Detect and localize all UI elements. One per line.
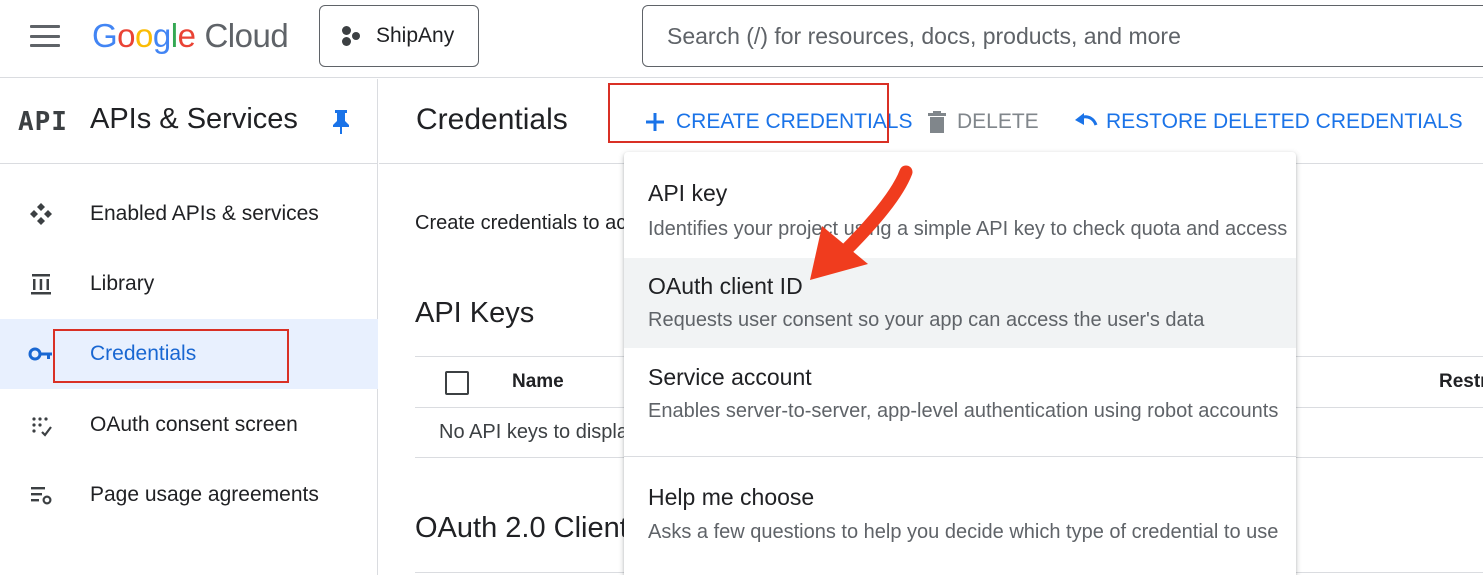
search-input[interactable]: Search (/) for resources, docs, products…	[642, 5, 1483, 67]
sidebar-item-oauth-consent[interactable]: OAuth consent screen	[0, 390, 378, 460]
logo-letter: G	[92, 17, 118, 54]
sidebar: API APIs & Services Enabled APIs & servi…	[0, 79, 378, 575]
oauth-consent-icon	[32, 417, 52, 437]
enabled-apis-icon	[30, 203, 52, 225]
menu-item-title: Service account	[648, 364, 812, 390]
oauth-clients-title: OAuth 2.0 Client I	[415, 512, 644, 544]
logo-letter: g	[152, 17, 171, 54]
create-credentials-menu: API key Identifies your project using a …	[624, 152, 1296, 575]
sidebar-item-label: Page usage agreements	[90, 483, 319, 506]
library-icon	[31, 274, 51, 295]
sidebar-item-page-usage[interactable]: Page usage agreements	[0, 460, 378, 530]
menu-item-description: Asks a few questions to help you decide …	[648, 521, 1279, 543]
restore-label: RESTORE DELETED CREDENTIALS	[1106, 110, 1463, 133]
credentials-highlight	[53, 329, 289, 383]
sidebar-item-enabled-apis[interactable]: Enabled APIs & services	[0, 179, 378, 249]
sidebar-item-label: Library	[90, 272, 155, 295]
search-placeholder: Search (/) for resources, docs, products…	[667, 22, 1181, 49]
page-title: Credentials	[416, 103, 568, 136]
key-icon	[28, 347, 52, 361]
delete-button[interactable]: DELETE	[927, 107, 1039, 137]
menu-item-description: Identifies your project using a simple A…	[648, 218, 1288, 240]
restore-deleted-credentials-button[interactable]: RESTORE DELETED CREDENTIALS	[1074, 107, 1463, 137]
project-name: ShipAny	[376, 24, 455, 47]
main-menu-icon[interactable]	[30, 25, 60, 47]
menu-item-service-account[interactable]: Service account Enables server-to-server…	[624, 348, 1296, 438]
sidebar-item-label: Enabled APIs & services	[90, 202, 319, 225]
column-header-name[interactable]: Name	[512, 371, 564, 393]
sidebar-title: APIs & Services	[90, 103, 298, 135]
empty-message: No API keys to displa	[439, 421, 628, 443]
create-credentials-highlight	[608, 83, 889, 143]
api-keys-title: API Keys	[415, 297, 535, 329]
intro-text: Create credentials to acc	[415, 212, 637, 234]
logo-letter: l	[170, 17, 178, 54]
logo-product-name: Cloud	[204, 17, 289, 54]
logo-letter: o	[117, 17, 136, 54]
menu-item-title: API key	[648, 180, 728, 206]
google-cloud-logo[interactable]: Google Cloud	[92, 14, 289, 58]
undo-icon	[1075, 113, 1098, 126]
delete-label: DELETE	[957, 110, 1039, 133]
menu-item-oauth-client-id[interactable]: OAuth client ID Requests user consent so…	[624, 258, 1296, 348]
sidebar-item-label: OAuth consent screen	[90, 413, 298, 436]
settings-list-icon	[31, 487, 52, 505]
pin-icon[interactable]	[331, 109, 351, 135]
menu-item-description: Enables server-to-server, app-level auth…	[648, 400, 1279, 422]
sidebar-header: API APIs & Services	[0, 79, 378, 164]
menu-item-help-me-choose[interactable]: Help me choose Asks a few questions to h…	[624, 470, 1296, 560]
trash-icon	[928, 111, 946, 133]
menu-divider	[624, 456, 1296, 457]
project-hexagon-icon	[340, 24, 362, 48]
column-header-restrictions[interactable]: Restr	[1439, 371, 1483, 393]
menu-item-title: OAuth client ID	[648, 273, 803, 299]
logo-letter: e	[177, 17, 196, 54]
top-bar: Google Cloud ShipAny Search (/) for reso…	[0, 0, 1483, 78]
sidebar-item-library[interactable]: Library	[0, 249, 378, 319]
menu-item-description: Requests user consent so your app can ac…	[648, 309, 1205, 331]
select-all-checkbox[interactable]	[445, 371, 469, 395]
logo-letter: o	[135, 17, 153, 54]
api-product-icon: API	[18, 107, 68, 137]
project-picker-button[interactable]: ShipAny	[319, 5, 479, 67]
menu-item-title: Help me choose	[648, 484, 815, 510]
menu-item-api-key[interactable]: API key Identifies your project using a …	[624, 168, 1296, 258]
